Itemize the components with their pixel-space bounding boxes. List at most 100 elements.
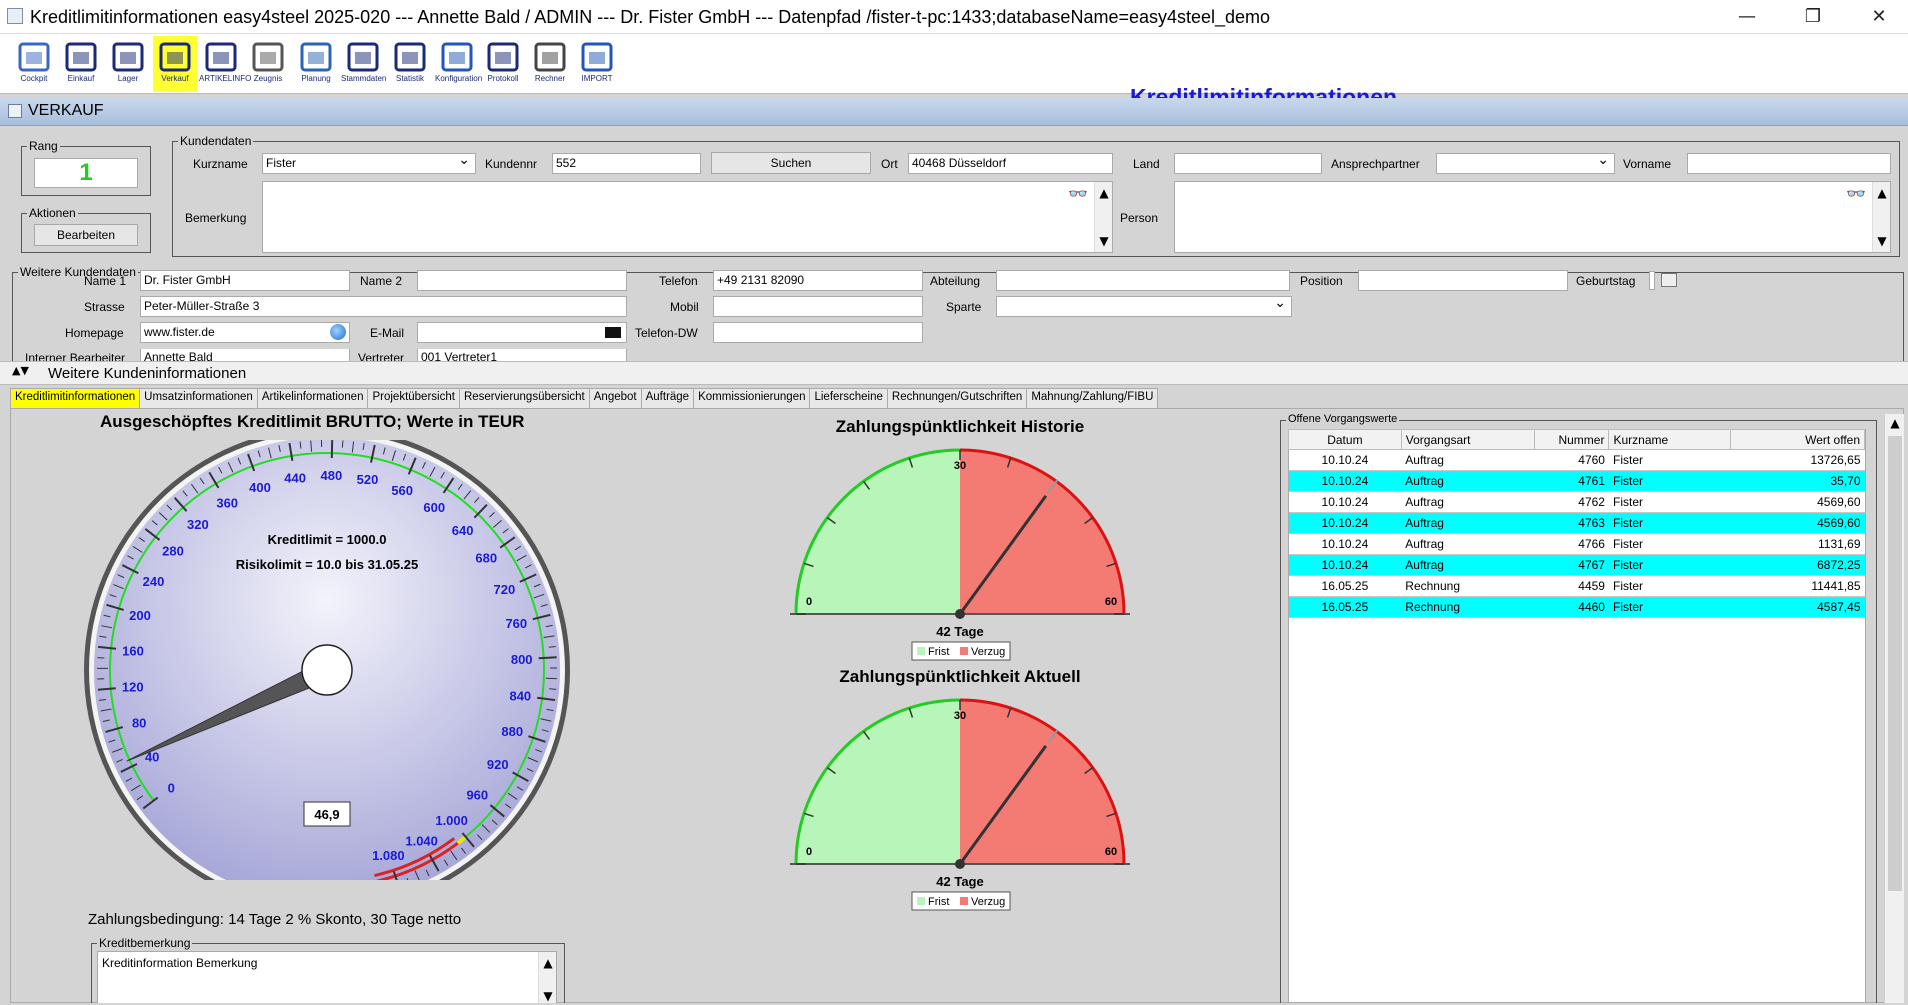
table-row[interactable]: 10.10.24Auftrag4762Fister4569,60 — [1289, 492, 1865, 513]
abteilung-input[interactable] — [996, 270, 1290, 291]
gauge-tick-label: 720 — [494, 582, 516, 597]
kundendaten-label: Kundendaten — [178, 134, 253, 148]
toolbar-protokoll-button[interactable]: Protokoll — [481, 36, 525, 92]
table-cell: 10.10.24 — [1289, 471, 1402, 492]
vertreter-input[interactable]: 001 Vertreter1 — [417, 349, 627, 361]
table-cell: Fister — [1609, 534, 1731, 555]
telefondw-input[interactable] — [713, 322, 923, 343]
globe-icon[interactable] — [330, 324, 346, 340]
bemerkung-scrollbar[interactable]: ▲▼ — [1094, 182, 1112, 252]
section-header: VERKAUF — [0, 98, 1908, 126]
legend-frist-label: Frist — [928, 646, 949, 658]
toolbar-verkauf-button[interactable]: Verkauf — [153, 36, 197, 92]
restore-button[interactable]: ❐ — [1790, 3, 1836, 31]
table-row[interactable]: 10.10.24Auftrag4761Fister35,70 — [1289, 471, 1865, 492]
table-row[interactable]: 16.05.25Rechnung4460Fister4587,45 — [1289, 597, 1865, 618]
toolbar-konfiguration-button[interactable]: Konfiguration — [435, 36, 479, 92]
toolbar-stammdaten-button[interactable]: Stammdaten — [341, 36, 385, 92]
tab-lieferscheine[interactable]: Lieferscheine — [809, 388, 887, 408]
table-cell: 10.10.24 — [1289, 534, 1402, 555]
column-header-nummer[interactable]: Nummer — [1534, 430, 1609, 450]
table-cell: 4569,60 — [1731, 492, 1865, 513]
table-row[interactable]: 10.10.24Auftrag4760Fister13726,65 — [1289, 450, 1865, 471]
offene-vorgangswerte-table: DatumVorgangsartNummerKurznameWert offen… — [1288, 429, 1865, 618]
title-bar: Kreditlimitinformationen easy4steel 2025… — [0, 0, 1908, 34]
toolbar-zeugnis-button[interactable]: Zeugnis — [246, 36, 290, 92]
column-header-vorgangsart[interactable]: Vorgangsart — [1401, 430, 1534, 450]
toolbar-planung-button[interactable]: Planung — [294, 36, 338, 92]
scroll-up-icon[interactable]: ▲ — [1887, 416, 1903, 430]
toolbar-rechner-button[interactable]: Rechner — [528, 36, 572, 92]
toggle-bar[interactable]: ▲▼ Weitere Kundeninformationen — [0, 361, 1908, 385]
gear-icon — [439, 38, 475, 74]
email-input[interactable] — [417, 322, 627, 343]
person-scrollbar[interactable]: ▲▼ — [1872, 182, 1890, 252]
telefon-input[interactable]: +49 2131 82090 — [713, 270, 923, 291]
vorname-input[interactable] — [1687, 153, 1891, 174]
toolbar-einkauf-button[interactable]: Einkauf — [59, 36, 103, 92]
name1-input[interactable]: Dr. Fister GmbH — [140, 270, 350, 291]
suchen-button[interactable]: Suchen — [711, 152, 871, 174]
position-input[interactable] — [1358, 270, 1568, 291]
tab-artikelinformationen[interactable]: Artikelinformationen — [257, 388, 369, 408]
tab-kommissionierungen[interactable]: Kommissionierungen — [693, 388, 810, 408]
ort-input[interactable]: 40468 Düsseldorf — [908, 153, 1113, 174]
table-row[interactable]: 10.10.24Auftrag4767Fister6872,25 — [1289, 555, 1865, 576]
person-textarea[interactable]: 👓 ▲▼ — [1174, 181, 1891, 253]
tab-angebot[interactable]: Angebot — [589, 388, 642, 408]
kreditbemerkung-scrollbar[interactable]: ▲▼ — [538, 952, 556, 1003]
tab-projektübersicht[interactable]: Projektübersicht — [367, 388, 459, 408]
toolbar-label: Einkauf — [59, 74, 103, 83]
tab-rechnungen-gutschriften[interactable]: Rechnungen/Gutschriften — [887, 388, 1027, 408]
column-header-kurzname[interactable]: Kurzname — [1609, 430, 1731, 450]
bearbeiten-button[interactable]: Bearbeiten — [34, 224, 138, 246]
mail-icon[interactable] — [605, 327, 621, 338]
calendar-icon[interactable] — [1661, 273, 1677, 287]
toolbar-artikelinfo-button[interactable]: ARTIKELINFO — [199, 36, 243, 92]
gauge-tick-label: 760 — [505, 616, 527, 631]
toolbar-lager-button[interactable]: Lager — [106, 36, 150, 92]
ansprechpartner-select[interactable] — [1436, 153, 1615, 174]
sparte-select[interactable] — [996, 296, 1292, 317]
table-cell: Auftrag — [1401, 513, 1534, 534]
tab-umsatzinformationen[interactable]: Umsatzinformationen — [139, 388, 258, 408]
geburtstag-input[interactable] — [1649, 271, 1655, 290]
toolbar-statistik-button[interactable]: Statistik — [388, 36, 432, 92]
person-label: Person — [1120, 211, 1158, 225]
strasse-input[interactable]: Peter-Müller-Straße 3 — [140, 296, 627, 317]
toolbar-label: Zeugnis — [246, 74, 290, 83]
tab-reservierungsübersicht[interactable]: Reservierungsübersicht — [459, 388, 590, 408]
kundennr-input[interactable]: 552 — [552, 153, 701, 174]
glasses-icon[interactable]: 👓 — [1068, 184, 1088, 203]
table-cell: Auftrag — [1401, 534, 1534, 555]
column-header-datum[interactable]: Datum — [1289, 430, 1402, 450]
cropped-row: Interner Bearbeiter Annette Bald Vertret… — [0, 349, 1908, 361]
glasses-icon[interactable]: 👓 — [1846, 184, 1866, 203]
mobil-input[interactable] — [713, 296, 923, 317]
scrollbar-thumb[interactable] — [1888, 436, 1902, 891]
tab-kreditlimitinformationen[interactable]: Kreditlimitinformationen — [10, 388, 140, 408]
close-button[interactable]: ✕ — [1856, 3, 1902, 31]
weitere-kundeninformationen-toggle[interactable]: Weitere Kundeninformationen — [48, 365, 246, 382]
name2-input[interactable] — [417, 270, 627, 291]
collapse-arrows-icon[interactable]: ▲▼ — [12, 364, 29, 377]
toolbar-cockpit-button[interactable]: Cockpit — [12, 36, 56, 92]
bemerkung-textarea[interactable]: 👓 ▲▼ — [262, 181, 1113, 253]
toolbar-import-button[interactable]: IMPORT — [575, 36, 619, 92]
main-scrollbar[interactable]: ▲ — [1884, 414, 1904, 1003]
legend-frist-label: Frist — [928, 896, 949, 908]
minimize-button[interactable]: — — [1724, 3, 1770, 31]
table-row[interactable]: 10.10.24Auftrag4763Fister4569,60 — [1289, 513, 1865, 534]
kreditbemerkung-textarea[interactable]: Kreditinformation Bemerkung ▲▼ — [97, 951, 557, 1003]
table-row[interactable]: 10.10.24Auftrag4766Fister1131,69 — [1289, 534, 1865, 555]
toolbar-label: Stammdaten — [341, 74, 385, 83]
land-input[interactable] — [1174, 153, 1322, 174]
column-header-wert-offen[interactable]: Wert offen — [1731, 430, 1865, 450]
tab-aufträge[interactable]: Aufträge — [641, 388, 694, 408]
bearbeiter-input[interactable]: Annette Bald — [140, 349, 350, 361]
kurzname-select[interactable]: Fister — [262, 153, 476, 174]
table-row[interactable]: 16.05.25Rechnung4459Fister11441,85 — [1289, 576, 1865, 597]
homepage-input[interactable]: www.fister.de — [140, 322, 350, 343]
tab-mahnung-zahlung-fibu[interactable]: Mahnung/Zahlung/FIBU — [1026, 388, 1158, 408]
table-cell: Fister — [1609, 513, 1731, 534]
